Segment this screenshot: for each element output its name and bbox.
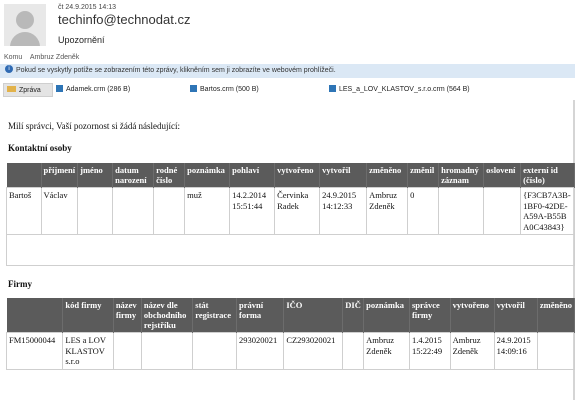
file-icon [329,84,336,92]
table-cell: LES a LOV KLASTOV s.r.o [62,332,114,370]
envelope-icon [7,86,16,93]
table-cell: Bartoš [6,187,42,235]
attachments-bar: Zpráva Adamek.crm (286 B) Bartos.crm (50… [0,83,575,97]
table-cell: Ambruz Zdeněk [366,187,409,235]
col-header [6,298,64,333]
col-header: kód firmy [62,298,114,333]
col-header: vytvořil [319,163,368,188]
col-header [6,163,42,188]
table-cell-empty [6,234,575,266]
table-cell: Červinka Radek [274,187,321,235]
table-cell [77,187,114,235]
info-bar[interactable]: i Pokud se vyskytly potíže se zobrazením … [0,64,575,78]
col-header: datum narození [112,163,155,188]
table-row: Bartoš Václav muž 14.2.2014 15:51:44 Čer… [6,187,575,235]
col-header: příjmení [41,163,79,188]
table-cell: 24.9.2015 14:12:33 [319,187,368,235]
section-heading-companies: Firmy [8,279,32,289]
table-cell: 0 [407,187,440,235]
table-cell [140,332,194,370]
message-date: čt 24.9.2015 14:13 [58,4,116,11]
avatar-head-shape [16,11,34,29]
attachment-label: Zpráva [19,87,41,94]
col-header: poznámka [363,298,410,333]
recipients-line: Komu Ambruz Zdeněk [4,54,85,61]
table-cell [153,187,186,235]
col-header: jméno [77,163,114,188]
col-header: změnil [407,163,440,188]
table-cell: {F3CB7A3B-1BF0-42DE-A59A-B55BA0C43843} [520,187,575,235]
col-header: právní forma [236,298,285,333]
table-row-empty [6,234,575,266]
attachment-message[interactable]: Zpráva [3,83,53,97]
col-header: změněno [537,298,575,333]
attachment-label: Bartos.crm (500 B) [200,86,259,93]
attachment-les-a-lov[interactable]: LES_a_LOV_KLASTOV_s.r.o.crm (564 B) [329,83,470,97]
col-header: vytvořeno [450,298,495,333]
table-cell: 293020021 [235,332,285,370]
info-bar-text[interactable]: Pokud se vyskytly potíže se zobrazením t… [16,67,336,74]
table-cell: muž [184,187,231,235]
table-cell: CZ293020021 [283,332,344,370]
table-cell [192,332,237,370]
col-header: DIČ [342,298,365,333]
contacts-table: příjmení jméno datum narození rodné čísl… [6,163,575,266]
col-header: vytvořil [494,298,538,333]
col-header: hromadný záznam [438,163,485,188]
table-cell: FM15000044 [5,332,64,370]
col-header: poznámka [184,163,231,188]
table-cell [483,187,522,235]
col-header: externí id (číslo) [520,163,575,188]
table-cell [112,187,155,235]
attachment-label: Adamek.crm (286 B) [66,86,131,93]
table-cell: Václav [40,187,79,235]
col-header: název dle obchodního rejstříku [141,298,194,333]
attachment-label: LES_a_LOV_KLASTOV_s.r.o.crm (564 B) [339,86,470,93]
col-header: vytvořeno [274,163,321,188]
table-cell [342,332,365,370]
table-cell [112,332,142,370]
table-cell: 1.4.2015 15:22:49 [408,332,451,370]
attachment-bartos[interactable]: Bartos.crm (500 B) [190,83,259,97]
table-cell: 24.9.2015 14:09:16 [493,332,538,370]
col-header: pohlaví [229,163,276,188]
recipients-label: Komu [4,54,23,61]
col-header: stát registrace [192,298,237,333]
col-header: IČO [283,298,344,333]
table-cell [438,187,485,235]
companies-table: kód firmy název firmy název dle obchodní… [5,298,575,370]
sender-avatar [4,4,46,46]
col-header: název firmy [113,298,142,333]
col-header: rodné číslo [153,163,186,188]
col-header: oslovení [483,163,522,188]
table-header-row: příjmení jméno datum narození rodné čísl… [6,163,575,188]
table-row: FM15000044 LES a LOV KLASTOV s.r.o 29302… [5,332,575,370]
attachment-adamek[interactable]: Adamek.crm (286 B) [56,83,130,97]
sender-address[interactable]: techinfo@technodat.cz [58,12,190,27]
file-icon [190,84,197,92]
table-cell: Ambruz Zdeněk [363,332,410,370]
col-header: změněno [366,163,409,188]
avatar-body-shape [10,32,40,46]
greeting-text: Milí správci, Vaší pozornost si žádá nás… [8,121,181,131]
col-header: správce firmy [409,298,451,333]
file-icon [56,84,63,92]
table-cell: 14.2.2014 15:51:44 [229,187,276,235]
table-header-row: kód firmy název firmy název dle obchodní… [6,298,575,333]
info-icon: i [5,65,13,74]
table-cell: Ambruz Zdeněk [449,332,495,370]
table-cell [536,332,575,370]
recipient-name[interactable]: Ambruz Zdeněk [30,54,79,61]
section-heading-contacts: Kontaktní osoby [8,143,72,153]
message-subject: Upozornění [58,35,105,45]
